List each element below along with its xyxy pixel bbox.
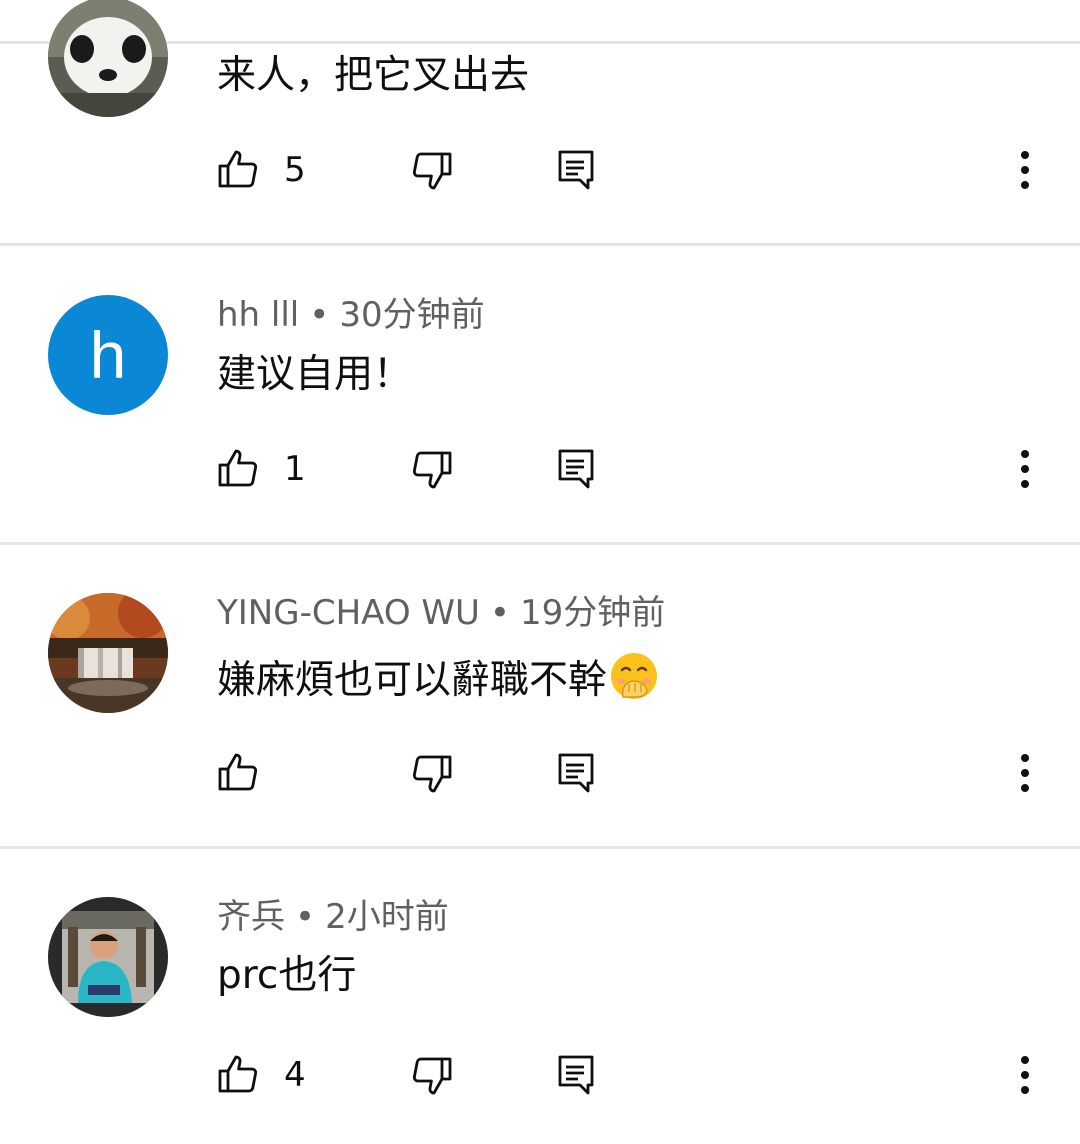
- avatar-letter: h: [90, 318, 127, 392]
- more-options-button[interactable]: [1010, 743, 1040, 803]
- comment-reply-icon: [558, 753, 594, 793]
- dislike-button[interactable]: [408, 743, 456, 803]
- more-options-button[interactable]: [1010, 140, 1040, 200]
- like-button[interactable]: 4: [214, 1045, 306, 1105]
- comment-list: 来人，把它叉出去 5 h hh lll • 30分钟前 建议自用！ 1 YING…: [0, 0, 1080, 1144]
- comment-time: 2小时前: [325, 897, 449, 937]
- dislike-button[interactable]: [408, 140, 456, 200]
- reply-button[interactable]: [556, 1045, 596, 1105]
- comment-item: YING-CHAO WU • 19分钟前 嫌麻煩也可以辭職不幹: [0, 545, 1080, 846]
- dislike-button[interactable]: [408, 439, 456, 499]
- comment-text: prc也行: [217, 953, 357, 998]
- thumb-up-icon: [218, 449, 258, 487]
- more-options-button[interactable]: [1010, 1045, 1040, 1105]
- like-count: 1: [284, 449, 306, 489]
- thumb-up-icon: [218, 1055, 258, 1093]
- like-button[interactable]: 1: [214, 439, 306, 499]
- comment-meta: YING-CHAO WU • 19分钟前: [217, 591, 665, 635]
- reply-button[interactable]: [556, 439, 596, 499]
- avatar[interactable]: h: [48, 295, 168, 415]
- thumb-down-icon: [412, 1057, 452, 1095]
- meta-separator: •: [489, 593, 510, 633]
- comment-time: 19分钟前: [519, 593, 666, 633]
- comment-actions: [0, 743, 1080, 803]
- comment-meta: hh lll • 30分钟前: [217, 293, 485, 337]
- comment-actions: 4: [0, 1045, 1080, 1105]
- meta-separator: •: [295, 897, 316, 937]
- hand-over-mouth-emoji-icon: [609, 651, 659, 714]
- panda-avatar-icon[interactable]: [48, 0, 168, 117]
- comment-time: 30分钟前: [339, 295, 485, 335]
- comment-reply-icon: [558, 449, 594, 489]
- like-count: 4: [284, 1055, 306, 1095]
- thumb-up-icon: [218, 753, 258, 791]
- reply-button[interactable]: [556, 140, 596, 200]
- more-vertical-icon: [1021, 151, 1029, 189]
- more-vertical-icon: [1021, 1056, 1029, 1094]
- person-photo-avatar-icon[interactable]: [48, 897, 168, 1017]
- thumb-down-icon: [412, 451, 452, 489]
- comment-text: 来人，把它叉出去: [217, 53, 530, 98]
- like-button[interactable]: [214, 743, 284, 803]
- thumb-down-icon: [412, 755, 452, 793]
- comment-meta: 齐兵 • 2小时前: [217, 895, 449, 939]
- comment-reply-icon: [558, 1055, 594, 1095]
- thumb-down-icon: [412, 152, 452, 190]
- comment-reply-icon: [558, 150, 594, 190]
- author-name[interactable]: YING-CHAO WU: [217, 593, 480, 633]
- like-button[interactable]: 5: [214, 140, 306, 200]
- comment-text: 建议自用！: [217, 352, 413, 397]
- comment-text-line: 嫌麻煩也可以辭職不幹: [217, 651, 659, 714]
- comment-item: 齐兵 • 2小时前 prc也行 4: [0, 849, 1080, 1144]
- author-name[interactable]: hh lll: [217, 295, 299, 335]
- comment-item: h hh lll • 30分钟前 建议自用！ 1: [0, 246, 1080, 542]
- comment-actions: 1: [0, 439, 1080, 499]
- author-name[interactable]: 齐兵: [217, 897, 285, 937]
- reply-button[interactable]: [556, 743, 596, 803]
- more-options-button[interactable]: [1010, 439, 1040, 499]
- waterfall-avatar-icon[interactable]: [48, 593, 168, 713]
- dislike-button[interactable]: [408, 1045, 456, 1105]
- more-vertical-icon: [1021, 754, 1029, 792]
- meta-separator: •: [309, 295, 330, 335]
- like-count: 5: [284, 150, 306, 190]
- comment-actions: 5: [0, 140, 1080, 200]
- thumb-up-icon: [218, 150, 258, 188]
- comment-item: 来人，把它叉出去 5: [0, 0, 1080, 243]
- comment-text: 嫌麻煩也可以辭職不幹: [217, 658, 608, 703]
- more-vertical-icon: [1021, 450, 1029, 488]
